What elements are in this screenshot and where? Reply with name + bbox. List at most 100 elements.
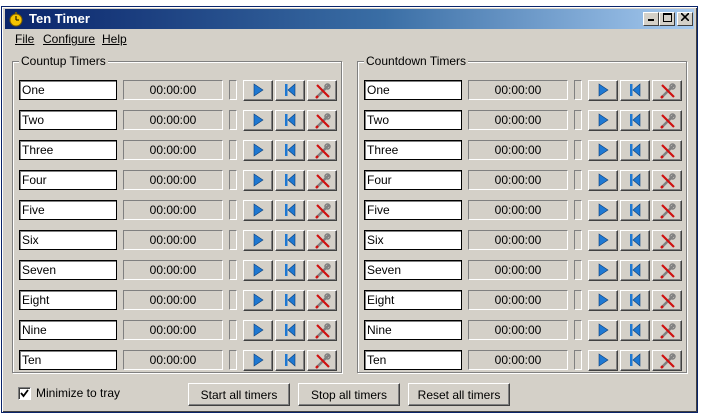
timer-time-display: 00:00:00: [123, 200, 223, 220]
start-timer-button[interactable]: [588, 170, 618, 191]
timer-name-input[interactable]: [364, 230, 462, 250]
menu-help[interactable]: Help: [102, 31, 127, 47]
start-timer-button[interactable]: [588, 80, 618, 101]
configure-timer-button[interactable]: [652, 230, 682, 251]
configure-timer-button[interactable]: [307, 320, 337, 341]
timer-name-input[interactable]: [19, 80, 117, 100]
configure-timer-button[interactable]: [307, 170, 337, 191]
timer-status-indicator: [229, 350, 237, 370]
reset-timer-button[interactable]: [620, 200, 650, 221]
timer-name-input[interactable]: [364, 350, 462, 370]
timer-name-input[interactable]: [19, 230, 117, 250]
menu-configure[interactable]: Configure: [43, 31, 95, 47]
maximize-button[interactable]: [659, 12, 675, 26]
reset-timer-button[interactable]: [620, 290, 650, 311]
timer-name-input[interactable]: [19, 200, 117, 220]
menu-file[interactable]: File: [15, 31, 34, 47]
countdown-timer-row: 00:00:00: [358, 80, 686, 102]
reset-timer-button[interactable]: [275, 230, 305, 251]
configure-timer-button[interactable]: [652, 140, 682, 161]
timer-name-input[interactable]: [19, 110, 117, 130]
start-timer-button[interactable]: [243, 350, 273, 371]
timer-name-input[interactable]: [19, 140, 117, 160]
stop-all-button[interactable]: Stop all timers: [298, 383, 400, 406]
start-timer-button[interactable]: [588, 200, 618, 221]
reset-timer-button[interactable]: [275, 320, 305, 341]
close-button[interactable]: [677, 12, 693, 26]
countdown-timer-row: 00:00:00: [358, 110, 686, 132]
reset-all-button[interactable]: Reset all timers: [408, 383, 510, 406]
start-timer-button[interactable]: [588, 110, 618, 131]
configure-timer-button[interactable]: [307, 110, 337, 131]
timer-name-input[interactable]: [19, 290, 117, 310]
title-bar[interactable]: Ten Timer: [5, 9, 694, 29]
start-timer-button[interactable]: [588, 230, 618, 251]
start-timer-button[interactable]: [243, 80, 273, 101]
configure-timer-button[interactable]: [652, 320, 682, 341]
reset-timer-button[interactable]: [275, 110, 305, 131]
configure-timer-button[interactable]: [307, 260, 337, 281]
reset-timer-button[interactable]: [275, 200, 305, 221]
timer-name-input[interactable]: [364, 110, 462, 130]
configure-timer-button[interactable]: [307, 140, 337, 161]
reset-timer-button[interactable]: [620, 80, 650, 101]
configure-timer-button[interactable]: [307, 230, 337, 251]
reset-timer-button[interactable]: [275, 80, 305, 101]
configure-timer-button[interactable]: [652, 200, 682, 221]
timer-status-indicator: [574, 260, 582, 280]
start-timer-button[interactable]: [243, 110, 273, 131]
timer-name-input[interactable]: [19, 260, 117, 280]
countup-timer-row: 00:00:00: [13, 230, 341, 252]
reset-timer-button[interactable]: [620, 260, 650, 281]
configure-timer-button[interactable]: [652, 290, 682, 311]
start-timer-button[interactable]: [588, 290, 618, 311]
reset-timer-button[interactable]: [275, 260, 305, 281]
configure-timer-button[interactable]: [307, 290, 337, 311]
timer-name-input[interactable]: [364, 200, 462, 220]
configure-timer-button[interactable]: [307, 80, 337, 101]
timer-name-input[interactable]: [364, 80, 462, 100]
countup-timer-row: 00:00:00: [13, 170, 341, 192]
start-timer-button[interactable]: [243, 290, 273, 311]
start-timer-button[interactable]: [588, 350, 618, 371]
countup-timer-row: 00:00:00: [13, 320, 341, 342]
reset-timer-button[interactable]: [620, 110, 650, 131]
configure-timer-button[interactable]: [652, 350, 682, 371]
start-timer-button[interactable]: [243, 140, 273, 161]
timer-name-input[interactable]: [364, 290, 462, 310]
reset-timer-button[interactable]: [620, 320, 650, 341]
start-timer-button[interactable]: [243, 260, 273, 281]
start-timer-button[interactable]: [588, 140, 618, 161]
reset-timer-button[interactable]: [275, 170, 305, 191]
start-timer-button[interactable]: [243, 170, 273, 191]
reset-timer-button[interactable]: [620, 350, 650, 371]
timer-name-input[interactable]: [364, 140, 462, 160]
reset-timer-button[interactable]: [275, 350, 305, 371]
timer-name-input[interactable]: [364, 260, 462, 280]
reset-timer-button[interactable]: [620, 170, 650, 191]
configure-timer-button[interactable]: [652, 170, 682, 191]
configure-timer-button[interactable]: [307, 200, 337, 221]
minimize-to-tray-checkbox[interactable]: [18, 387, 31, 400]
timer-name-input[interactable]: [19, 320, 117, 340]
reset-timer-button[interactable]: [275, 290, 305, 311]
timer-name-input[interactable]: [364, 170, 462, 190]
configure-timer-button[interactable]: [652, 260, 682, 281]
configure-timer-button[interactable]: [652, 80, 682, 101]
reset-timer-button[interactable]: [620, 140, 650, 161]
start-all-button[interactable]: Start all timers: [188, 383, 290, 406]
timer-name-input[interactable]: [19, 170, 117, 190]
timer-status-indicator: [574, 290, 582, 310]
reset-timer-button[interactable]: [275, 140, 305, 161]
start-timer-button[interactable]: [243, 230, 273, 251]
minimize-button[interactable]: [643, 12, 659, 26]
start-timer-button[interactable]: [588, 260, 618, 281]
configure-timer-button[interactable]: [652, 110, 682, 131]
start-timer-button[interactable]: [243, 200, 273, 221]
timer-name-input[interactable]: [364, 320, 462, 340]
timer-name-input[interactable]: [19, 350, 117, 370]
start-timer-button[interactable]: [588, 320, 618, 341]
start-timer-button[interactable]: [243, 320, 273, 341]
configure-timer-button[interactable]: [307, 350, 337, 371]
reset-timer-button[interactable]: [620, 230, 650, 251]
